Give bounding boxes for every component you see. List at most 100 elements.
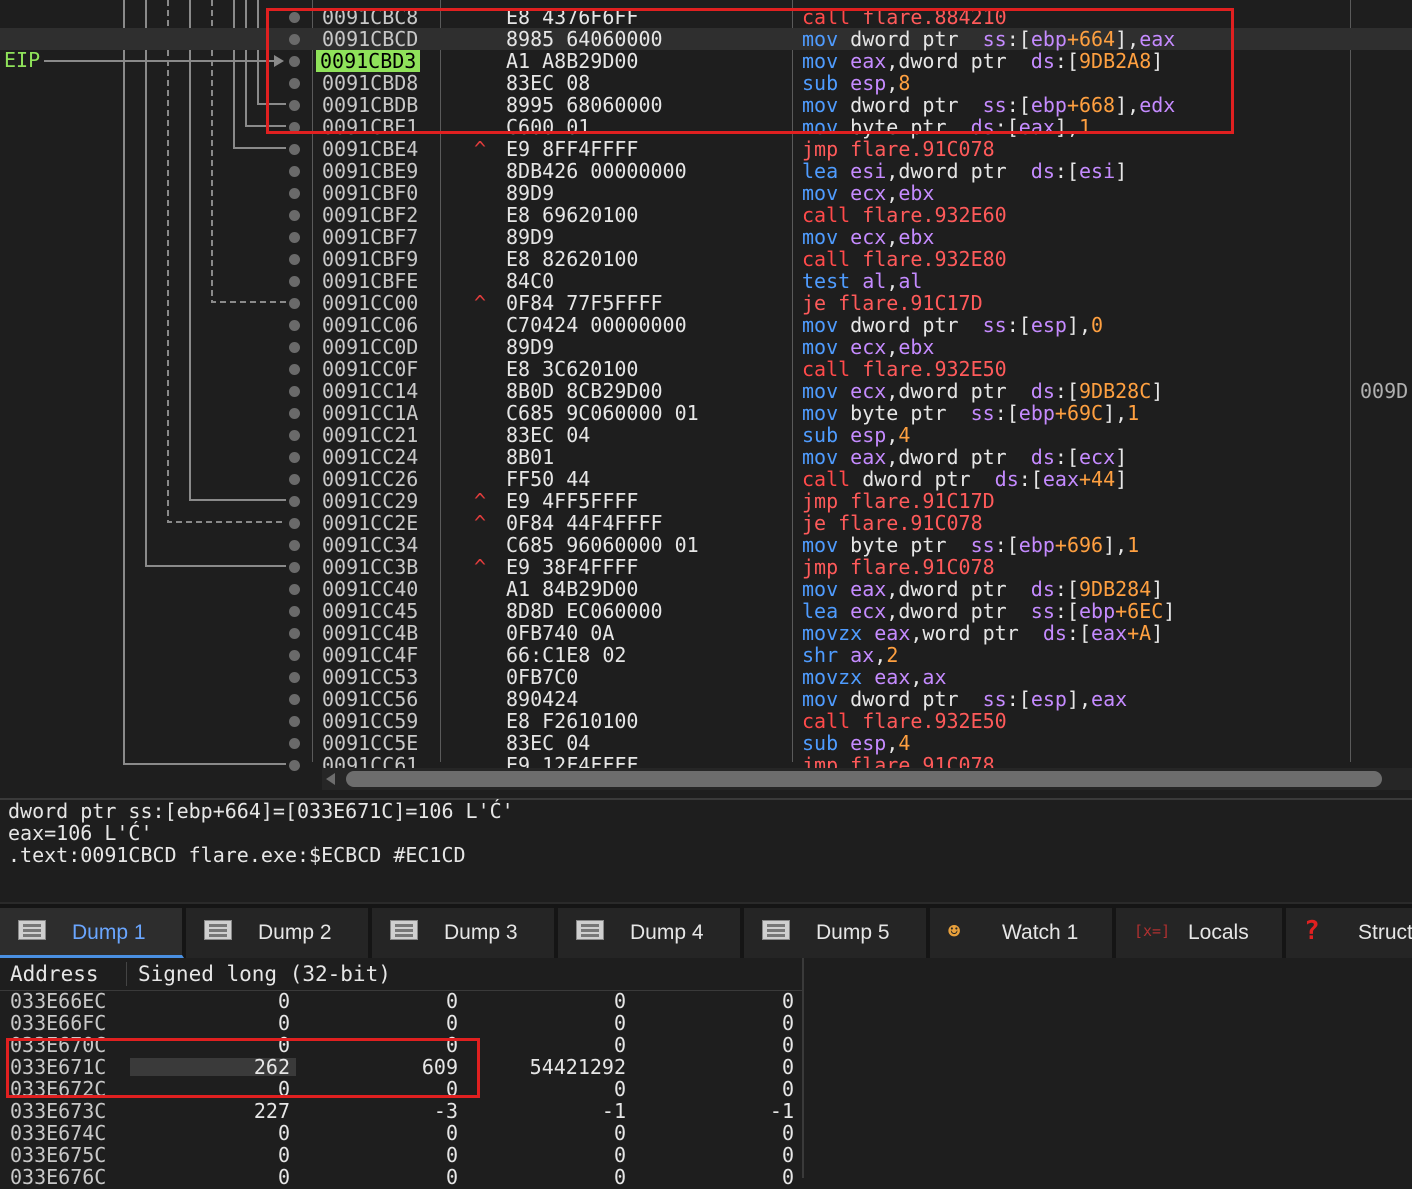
breakpoint-dot-icon[interactable]: [289, 210, 300, 221]
breakpoint-dot-icon[interactable]: [289, 452, 300, 463]
dump-value[interactable]: 0: [476, 1144, 626, 1166]
dump-row[interactable]: 033E676C 0 0 0 0: [0, 1166, 802, 1188]
instruction-row[interactable]: 0091CBCD 8985 64060000 mov dword ptr ss:[e…: [0, 28, 1412, 50]
instruction-row[interactable]: 0091CC56 890424 mov dword ptr ss:[esp],eax: [0, 688, 1412, 710]
instruction-row[interactable]: 0091CC14 8B0D 8CB29D00 mov ecx,dword ptr d…: [0, 380, 1412, 402]
dump-value[interactable]: 0: [644, 1144, 794, 1166]
breakpoint-dot-icon[interactable]: [289, 166, 300, 177]
instruction-row[interactable]: 0091CC3B ^ E9 38F4FFFF jmp flare.91C078: [0, 556, 1412, 578]
breakpoint-dot-icon[interactable]: [289, 320, 300, 331]
breakpoint-dot-icon[interactable]: [289, 56, 300, 67]
breakpoint-dot-icon[interactable]: [289, 78, 300, 89]
breakpoint-dot-icon[interactable]: [289, 694, 300, 705]
dump-value[interactable]: 0: [140, 1034, 290, 1056]
breakpoint-dot-icon[interactable]: [289, 100, 300, 111]
instruction-row[interactable]: 0091CC29 ^ E9 4FF5FFFF jmp flare.91C17D: [0, 490, 1412, 512]
instruction-row[interactable]: 0091CBC8 E8 4376F6FF call flare.884210: [0, 6, 1412, 28]
dump-value[interactable]: 0: [476, 1034, 626, 1056]
dump-value[interactable]: 0: [644, 1012, 794, 1034]
breakpoint-dot-icon[interactable]: [289, 716, 300, 727]
instruction-row[interactable]: 0091CBF2 E8 69620100 call flare.932E60: [0, 204, 1412, 226]
dump-value[interactable]: 0: [476, 1122, 626, 1144]
breakpoint-dot-icon[interactable]: [289, 518, 300, 529]
dump-row[interactable]: 033E66EC 0 0 0 0: [0, 990, 802, 1012]
breakpoint-dot-icon[interactable]: [289, 144, 300, 155]
dump-value[interactable]: 0: [308, 990, 458, 1012]
dump-value[interactable]: 262: [140, 1056, 290, 1078]
dump-value[interactable]: 0: [644, 1122, 794, 1144]
instruction-row[interactable]: 0091CC53 0FB7C0 movzx eax,ax: [0, 666, 1412, 688]
breakpoint-dot-icon[interactable]: [289, 342, 300, 353]
dump-value[interactable]: 0: [140, 1122, 290, 1144]
breakpoint-dot-icon[interactable]: [289, 232, 300, 243]
breakpoint-dot-icon[interactable]: [289, 650, 300, 661]
instruction-row[interactable]: 0091CC1A C685 9C060000 01 mov byte ptr ss:…: [0, 402, 1412, 424]
dump-row[interactable]: 033E674C 0 0 0 0: [0, 1122, 802, 1144]
breakpoint-dot-icon[interactable]: [289, 738, 300, 749]
dump-value[interactable]: 0: [644, 1056, 794, 1078]
horizontal-scrollbar[interactable]: [322, 768, 1412, 790]
dump-value[interactable]: 227: [140, 1100, 290, 1122]
dump-value[interactable]: 0: [644, 1078, 794, 1100]
instruction-row[interactable]: 0091CC26 FF50 44 call dword ptr ds:[eax+44…: [0, 468, 1412, 490]
instruction-row[interactable]: 0091CBF9 E8 82620100 call flare.932E80: [0, 248, 1412, 270]
dump-row[interactable]: 033E675C 0 0 0 0: [0, 1144, 802, 1166]
dump-row[interactable]: 033E670C 0 0 0 0: [0, 1034, 802, 1056]
scrollbar-thumb[interactable]: [346, 771, 1382, 787]
breakpoint-dot-icon[interactable]: [289, 606, 300, 617]
instruction-row[interactable]: 0091CC0D 89D9 mov ecx,ebx: [0, 336, 1412, 358]
dump-value[interactable]: 0: [308, 1012, 458, 1034]
address-column-header[interactable]: Address: [10, 962, 99, 986]
instruction-row[interactable]: 0091CC5E 83EC 04 sub esp,4: [0, 732, 1412, 754]
dump-value[interactable]: -1: [476, 1100, 626, 1122]
breakpoint-dot-icon[interactable]: [289, 430, 300, 441]
instruction-row[interactable]: 0091CC06 C70424 00000000 mov dword ptr ss:…: [0, 314, 1412, 336]
instruction-row[interactable]: 0091CC00 ^ 0F84 77F5FFFF je flare.91C17D: [0, 292, 1412, 314]
instruction-row[interactable]: 0091CBE9 8DB426 00000000 lea esi,dword ptr…: [0, 160, 1412, 182]
dump-value[interactable]: 0: [140, 1166, 290, 1188]
breakpoint-dot-icon[interactable]: [289, 760, 300, 771]
instruction-row[interactable]: 0091CC24 8B01 mov eax,dword ptr ds:[ecx]: [0, 446, 1412, 468]
tab-watch-1[interactable]: ☻ Watch 1: [930, 908, 1114, 958]
instruction-row[interactable]: 0091CC4B 0FB740 0A movzx eax,word ptr ds:[…: [0, 622, 1412, 644]
instruction-row[interactable]: 0091CBDB 8995 68060000 mov dword ptr ss:[e…: [0, 94, 1412, 116]
tab-dump-3[interactable]: Dump 3: [372, 908, 556, 958]
dump-value[interactable]: 0: [308, 1166, 458, 1188]
tab-struct[interactable]: ? Struct: [1286, 908, 1412, 958]
instruction-row[interactable]: 0091CBF0 89D9 mov ecx,ebx: [0, 182, 1412, 204]
instruction-row[interactable]: 0091CC34 C685 96060000 01 mov byte ptr ss:…: [0, 534, 1412, 556]
disassembly-view[interactable]: 0091CBC8 E8 4376F6FF call flare.884210 0091…: [0, 0, 1412, 798]
dump-value[interactable]: 0: [476, 1012, 626, 1034]
instruction-row[interactable]: 0091CBD8 83EC 08 sub esp,8: [0, 72, 1412, 94]
instruction-row[interactable]: 0091CBFE 84C0 test al,al: [0, 270, 1412, 292]
dump-value[interactable]: 0: [476, 1078, 626, 1100]
instruction-row[interactable]: 0091CBF7 89D9 mov ecx,ebx: [0, 226, 1412, 248]
dump-value[interactable]: 0: [644, 990, 794, 1012]
dump-value[interactable]: 0: [308, 1122, 458, 1144]
tab-locals[interactable]: [x=] Locals: [1116, 908, 1284, 958]
instruction-row[interactable]: 0091CC59 E8 F2610100 call flare.932E50: [0, 710, 1412, 732]
dump-value[interactable]: 0: [140, 1012, 290, 1034]
tab-dump-2[interactable]: Dump 2: [186, 908, 370, 958]
tab-dump-4[interactable]: Dump 4: [558, 908, 742, 958]
breakpoint-dot-icon[interactable]: [289, 254, 300, 265]
dump-value[interactable]: 0: [476, 1166, 626, 1188]
dump-value[interactable]: 0: [308, 1078, 458, 1100]
value-column-header[interactable]: Signed long (32-bit): [138, 962, 391, 986]
dump-value[interactable]: 0: [644, 1166, 794, 1188]
breakpoint-dot-icon[interactable]: [289, 122, 300, 133]
breakpoint-dot-icon[interactable]: [289, 12, 300, 23]
breakpoint-dot-icon[interactable]: [289, 276, 300, 287]
breakpoint-dot-icon[interactable]: [289, 408, 300, 419]
instruction-row[interactable]: 0091CC4F 66:C1E8 02 shr ax,2: [0, 644, 1412, 666]
dump-value[interactable]: 54421292: [476, 1056, 626, 1078]
dump-value[interactable]: 0: [644, 1034, 794, 1056]
dump-row[interactable]: 033E673C 227 -3 -1 -1: [0, 1100, 802, 1122]
instruction-row[interactable]: 0091CC40 A1 84B29D00 mov eax,dword ptr ds:…: [0, 578, 1412, 600]
dump-value[interactable]: 0: [140, 990, 290, 1012]
breakpoint-dot-icon[interactable]: [289, 672, 300, 683]
breakpoint-dot-icon[interactable]: [289, 496, 300, 507]
breakpoint-dot-icon[interactable]: [289, 386, 300, 397]
tab-dump-1[interactable]: Dump 1: [0, 908, 184, 958]
breakpoint-dot-icon[interactable]: [289, 562, 300, 573]
